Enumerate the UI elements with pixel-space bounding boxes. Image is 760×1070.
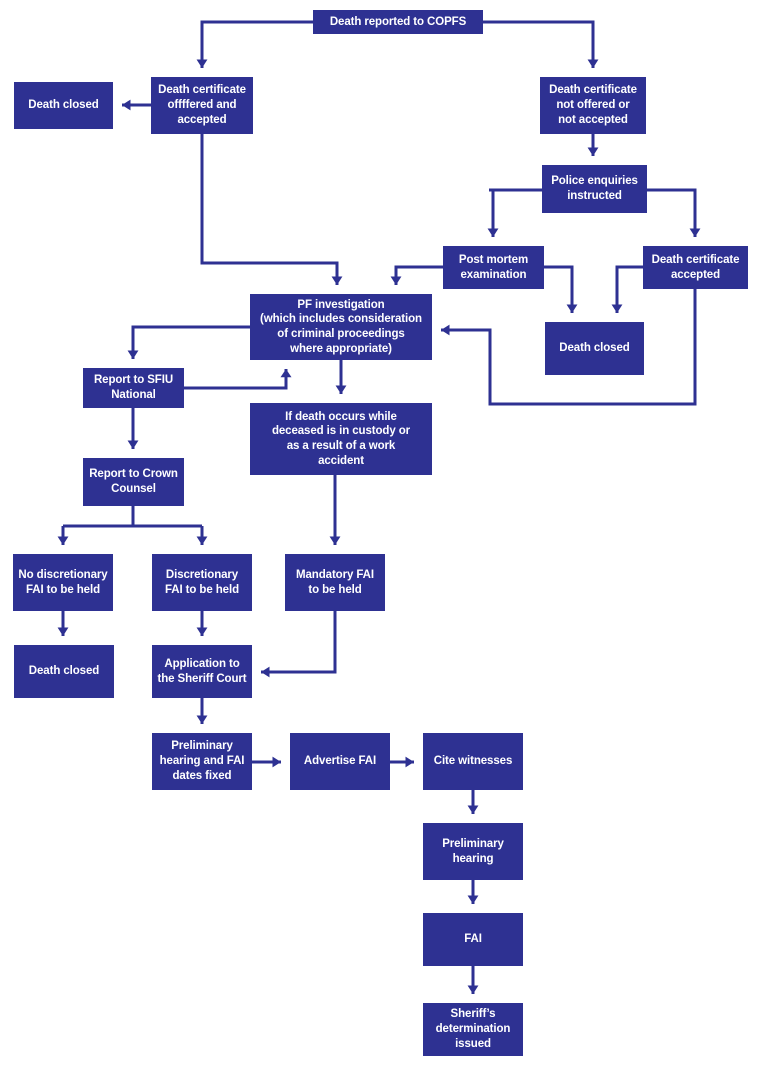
- node-mandatory-fai: Mandatory FAI to be held: [285, 554, 385, 611]
- node-label: Police enquiries instructed: [551, 175, 638, 202]
- node-cite-witnesses: Cite witnesses: [423, 733, 523, 790]
- node-label: Death certificate offffered and accepted: [158, 84, 246, 126]
- node-label: If death occurs while deceased is in cust…: [271, 410, 411, 467]
- node-fai: FAI: [423, 913, 523, 966]
- edge-mandatory-to-application: [261, 611, 337, 678]
- edge-cert-offered-to-pf: [200, 134, 343, 285]
- node-label: PF investigation (which includes consider…: [260, 298, 422, 355]
- flowchart-connectors: [57, 20, 701, 994]
- node-death-closed-2: Death closed: [545, 322, 644, 375]
- node-label: Report to Crown Counsel: [89, 468, 178, 495]
- node-label: Death certificate accepted: [651, 253, 740, 281]
- node-police-enquiries: Police enquiries instructed: [542, 165, 647, 213]
- node-application-sheriff-court: Application to the Sheriff Court: [152, 645, 252, 698]
- node-label: Advertise FAI: [303, 755, 377, 768]
- node-label: Death closed: [559, 342, 630, 355]
- node-cert-offered-accepted: Death certificate offffered and accepted: [151, 77, 253, 134]
- node-label: No discretionary FAI to be held: [18, 568, 108, 596]
- edge-reported-to-cert-not-offered: [483, 20, 599, 68]
- node-label: Sheriff’s determination issued: [435, 1008, 511, 1050]
- node-label: Cite witnesses: [433, 755, 513, 768]
- node-label: Death closed: [28, 665, 100, 678]
- node-pf-investigation: PF investigation (which includes consider…: [250, 294, 432, 360]
- node-label: Death closed: [28, 99, 99, 112]
- edge-police-to-cert-accepted: [647, 188, 701, 237]
- node-death-closed-1: Death closed: [14, 82, 113, 129]
- node-advertise-fai: Advertise FAI: [290, 733, 390, 790]
- edge-police-to-post-mortem: [487, 188, 542, 237]
- node-report-crown-counsel: Report to Crown Counsel: [83, 458, 184, 506]
- node-no-discretionary-fai: No discretionary FAI to be held: [13, 554, 113, 611]
- edge-sfiu-to-pf: [184, 369, 292, 390]
- flowchart-diagram: Death reported to COPFS Death certificate…: [0, 0, 760, 1070]
- node-label: Report to SFIU National: [93, 374, 174, 401]
- node-report-sfiu: Report to SFIU National: [83, 368, 184, 408]
- node-post-mortem: Post mortem examination: [443, 246, 544, 289]
- node-death-closed-3: Death closed: [14, 645, 114, 698]
- node-discretionary-fai: Discretionary FAI to be held: [152, 554, 252, 611]
- node-label: Death certificate not offered or not accep…: [549, 84, 637, 126]
- edge-crown-split-bus: [63, 506, 202, 528]
- node-label: Preliminary hearing and FAI dates fixed: [159, 740, 245, 782]
- edge-post-mortem-to-pf: [390, 265, 443, 285]
- node-death-reported: Death reported to COPFS: [313, 10, 483, 34]
- node-label: Death reported to COPFS: [329, 15, 467, 28]
- node-sheriffs-determination: Sheriff’s determination issued: [423, 1003, 523, 1056]
- node-preliminary-hearing: Preliminary hearing: [423, 823, 523, 880]
- node-cert-accepted: Death certificate accepted: [643, 246, 748, 289]
- edge-post-mortem-to-death-closed: [544, 265, 578, 313]
- node-label: Post mortem examination: [458, 253, 529, 281]
- node-label: Application to the Sheriff Court: [157, 657, 247, 685]
- node-label: Mandatory FAI to be held: [296, 568, 374, 596]
- node-preliminary-hearing-dates: Preliminary hearing and FAI dates fixed: [152, 733, 252, 790]
- edge-reported-to-cert-offered: [196, 20, 313, 68]
- node-cert-not-offered: Death certificate not offered or not accep…: [540, 77, 646, 134]
- node-death-in-custody: If death occurs while deceased is in cust…: [250, 403, 432, 475]
- edge-pf-to-sfiu: [127, 325, 250, 359]
- node-label: Discretionary FAI to be held: [165, 568, 239, 596]
- edge-cert-accepted-to-death-closed: [611, 265, 643, 313]
- node-label: FAI: [464, 933, 482, 946]
- node-label: Preliminary hearing: [442, 837, 504, 865]
